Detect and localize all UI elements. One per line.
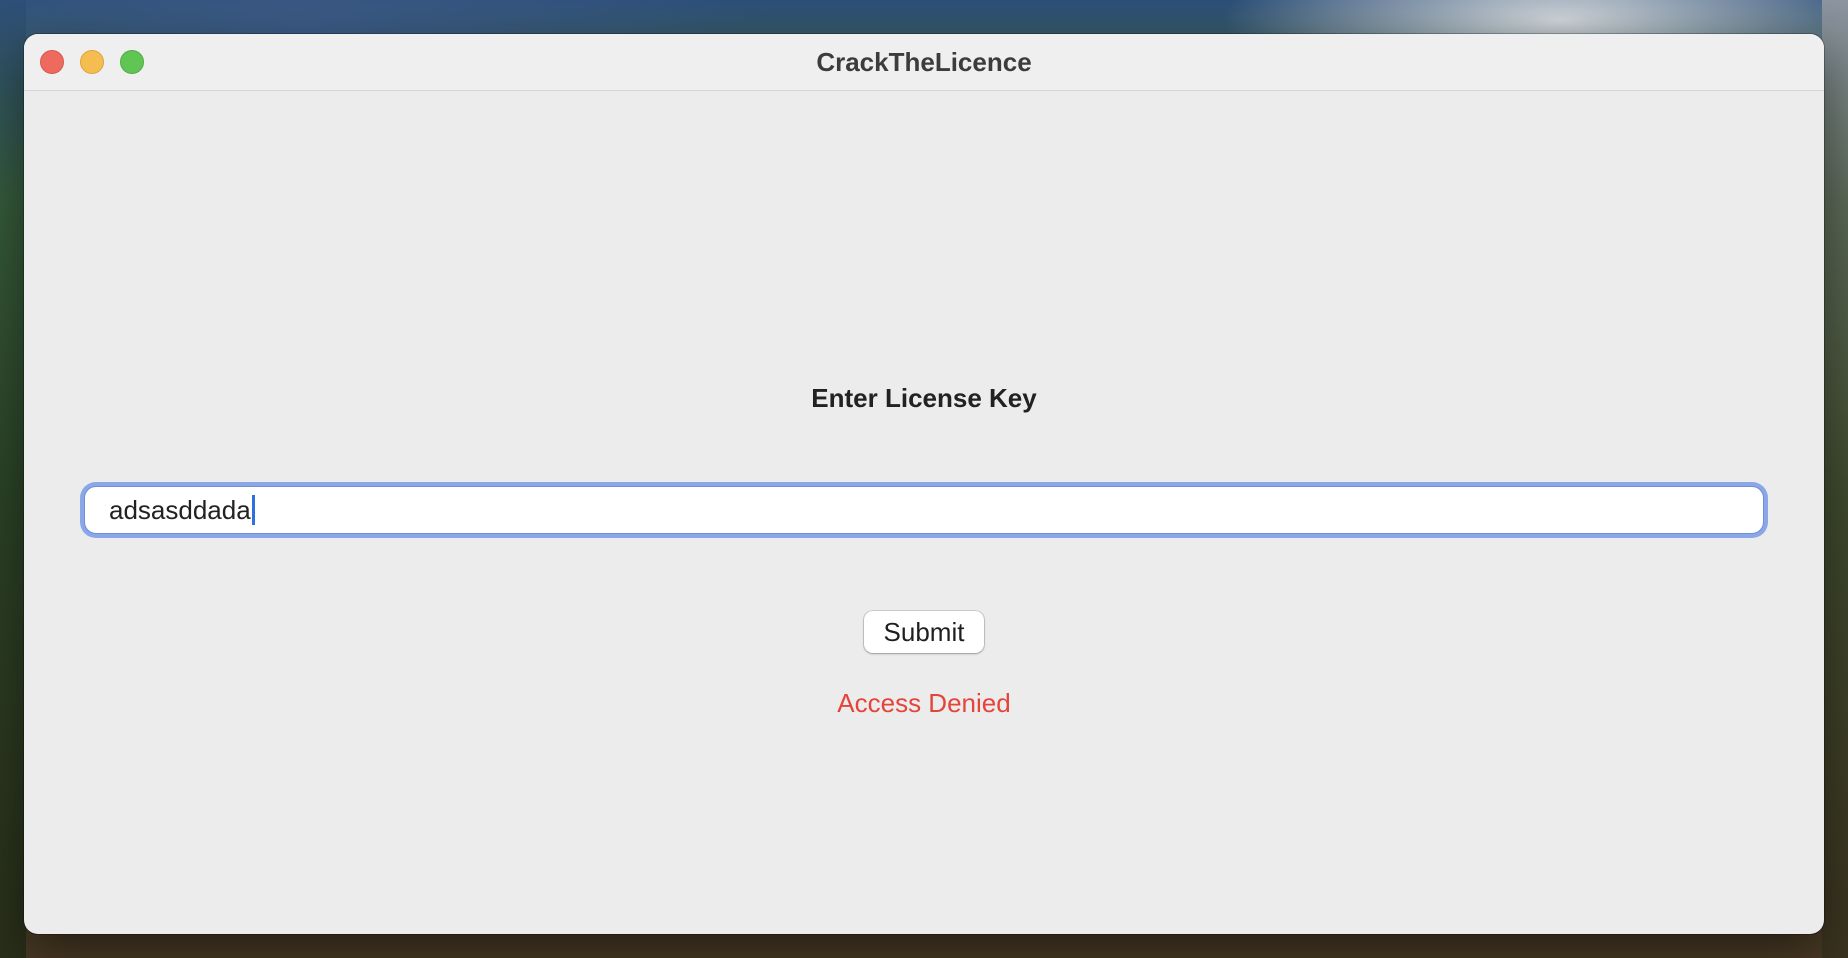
license-key-value-container[interactable]: adsasddada [109, 487, 255, 533]
window-title: CrackTheLicence [816, 47, 1032, 77]
license-form: Enter License Key adsasddada Submit Acce… [24, 91, 1824, 934]
license-key-value[interactable]: adsasddada [109, 495, 251, 525]
license-key-input[interactable]: adsasddada [84, 486, 1764, 534]
submit-button[interactable]: Submit [864, 611, 984, 653]
form-heading: Enter License Key [811, 383, 1037, 413]
app-window: CrackTheLicence Enter License Key adsasd… [24, 34, 1824, 934]
text-caret [251, 495, 255, 526]
wallpaper-left-edge [0, 0, 26, 958]
status-message: Access Denied [837, 688, 1011, 718]
title-bar[interactable]: CrackTheLicence [24, 34, 1824, 91]
wallpaper-right-edge [1822, 0, 1848, 958]
